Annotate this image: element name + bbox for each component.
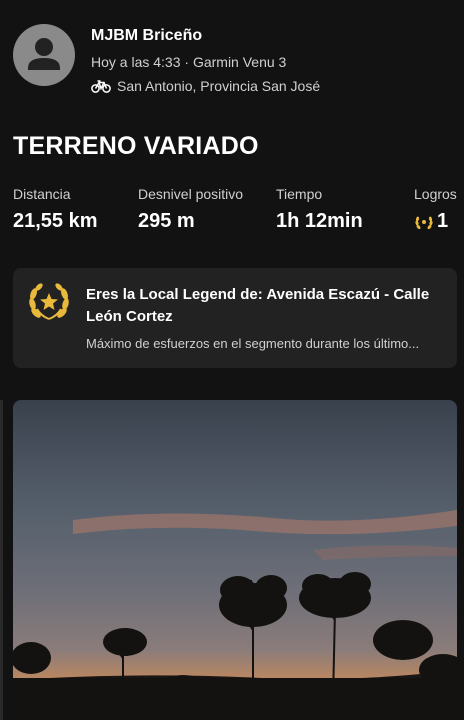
activity-title: TERRENO VARIADO [13, 132, 259, 160]
user-name[interactable]: MJBM Briceño [91, 27, 202, 45]
activity-header: MJBM Briceño Hoy a las 4:33 · Garmin Ven… [13, 24, 453, 96]
card-description: Máximo de esfuerzos en el segmento duran… [86, 336, 420, 351]
sunset-photo-image [13, 400, 457, 720]
stat-value: 1h 12min [276, 210, 363, 232]
location-text: San Antonio, Provincia San José [117, 78, 321, 94]
stat-label: Desnivel positivo [138, 186, 244, 202]
stat-value-row: 1 [414, 210, 457, 233]
card-title: Eres la Local Legend de: Avenida Escazú … [86, 286, 430, 325]
stat-value: 21,55 km [13, 210, 98, 232]
avatar[interactable] [13, 24, 75, 86]
laurel-icon [29, 283, 69, 320]
person-icon [28, 38, 60, 70]
stat-value: 295 m [138, 210, 195, 232]
laurel-icon [415, 216, 433, 229]
activity-location: San Antonio, Provincia San José [91, 78, 320, 94]
stat-time: Tiempo 1h 12min [276, 186, 363, 233]
stat-distance: Distancia 21,55 km [13, 186, 98, 233]
stat-label: Distancia [13, 186, 71, 202]
local-legend-card[interactable]: Eres la Local Legend de: Avenida Escazú … [13, 268, 457, 368]
stat-value: 1 [437, 210, 449, 232]
bike-icon [91, 80, 111, 93]
activity-meta: Hoy a las 4:33 · Garmin Venu 3 [91, 54, 287, 70]
stat-label: Logros [414, 186, 457, 202]
stat-label: Tiempo [276, 186, 323, 202]
left-edge-sliver [0, 400, 3, 720]
stat-elevation: Desnivel positivo 295 m [138, 186, 243, 233]
activity-photo[interactable] [13, 400, 457, 720]
stat-achievements[interactable]: Logros 1 [414, 186, 457, 233]
